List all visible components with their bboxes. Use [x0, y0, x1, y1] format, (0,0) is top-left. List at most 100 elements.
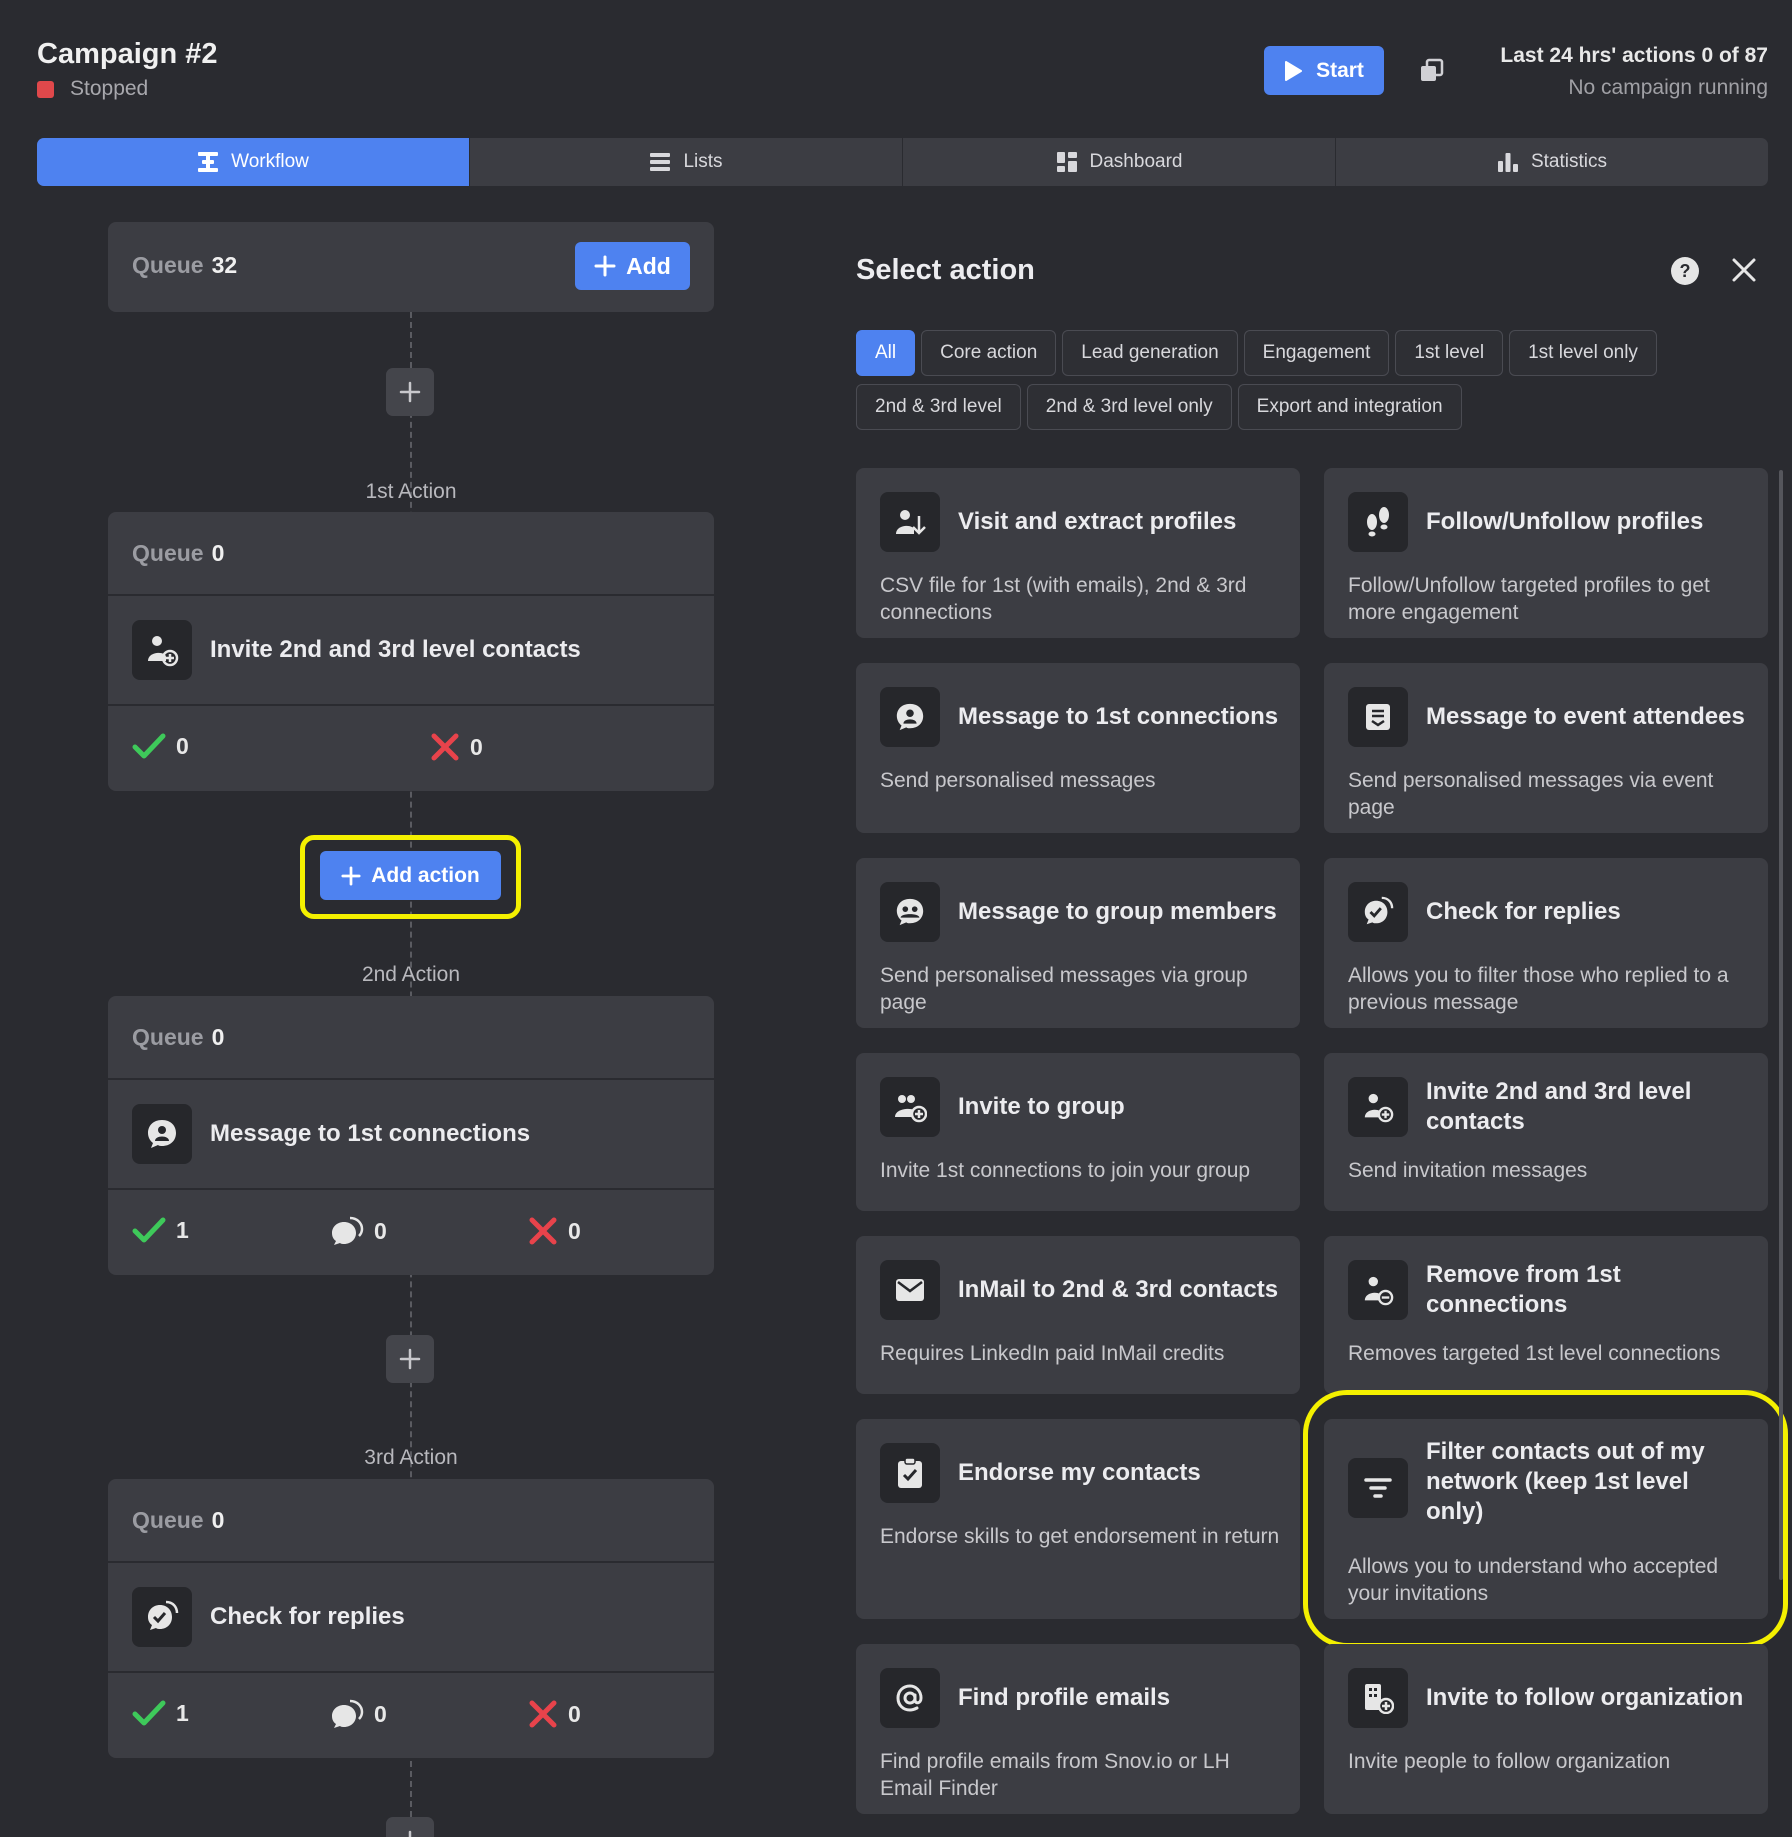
insert-action-button[interactable] [386, 368, 434, 416]
organization-add-icon [1348, 1668, 1408, 1728]
action-option-invite-2nd-3rd[interactable]: Invite 2nd and 3rd level contacts Send i… [1324, 1053, 1768, 1211]
help-icon[interactable]: ? [1670, 256, 1700, 286]
action-option-inmail[interactable]: InMail to 2nd & 3rd contacts Requires Li… [856, 1236, 1300, 1394]
insert-action-button[interactable] [386, 1335, 434, 1383]
check-icon [132, 1700, 166, 1726]
filter-chip-1st-level-only[interactable]: 1st level only [1509, 330, 1657, 376]
filter-chip-2nd-3rd-level-only[interactable]: 2nd & 3rd level only [1026, 384, 1232, 430]
footprints-icon [1348, 492, 1408, 552]
tab-label: Lists [683, 151, 723, 172]
queue-label: Queue 0 [132, 540, 225, 566]
campaign-header: Campaign #2 Stopped [37, 38, 218, 101]
action-option-invite-group[interactable]: Invite to group Invite 1st connections t… [856, 1053, 1300, 1211]
filter-chip-lead-generation[interactable]: Lead generation [1062, 330, 1238, 376]
filter-chip-engagement[interactable]: Engagement [1243, 330, 1390, 376]
action-option-message-1st[interactable]: Message to 1st connections Send personal… [856, 663, 1300, 833]
action-option-message-event[interactable]: Message to event attendees Send personal… [1324, 663, 1768, 833]
queue-count: 32 [211, 252, 238, 278]
invite-person-icon [132, 620, 192, 680]
tab-lists[interactable]: Lists [469, 138, 902, 186]
failed-stat: 0 [430, 732, 483, 762]
filter-option-highlight [1303, 1390, 1788, 1648]
queue-label: Queue 0 [132, 1507, 225, 1533]
check-icon [132, 733, 166, 759]
action-option-check-replies[interactable]: Check for replies Allows you to filter t… [1324, 858, 1768, 1028]
action-option-find-emails[interactable]: Find profile emails Find profile emails … [856, 1644, 1300, 1814]
failed-stat: 0 [528, 1699, 581, 1729]
action-step-label: 3rd Action [364, 1446, 458, 1469]
cross-icon [529, 1217, 557, 1245]
tab-label: Statistics [1530, 151, 1608, 172]
duplicate-icon[interactable] [1418, 57, 1446, 85]
action-title: Invite 2nd and 3rd level contacts [210, 636, 581, 663]
invite-group-icon [880, 1077, 940, 1137]
action-option-endorse[interactable]: Endorse my contacts Endorse skills to ge… [856, 1419, 1300, 1619]
success-stat: 1 [132, 1699, 189, 1727]
status-stopped-icon [37, 80, 54, 98]
message-person-icon [132, 1104, 192, 1164]
play-icon [1285, 60, 1303, 81]
action-option-remove-1st[interactable]: Remove from 1st connections Removes targ… [1324, 1236, 1768, 1394]
campaign-queue: Queue 32 Add [108, 222, 714, 312]
running-status: No campaign running [1568, 76, 1768, 99]
check-replies-icon [1348, 882, 1408, 942]
tab-label: Workflow [231, 151, 309, 172]
action-card-check-replies[interactable]: Queue 0 Check for replies 1 0 0 [108, 1479, 714, 1758]
action-card-message[interactable]: Queue 0 Message to 1st connections 1 0 0 [108, 996, 714, 1275]
dashboard-icon [1056, 152, 1077, 172]
check-replies-icon [132, 1587, 192, 1647]
add-people-button[interactable]: Add [575, 242, 690, 290]
tab-statistics[interactable]: Statistics [1335, 138, 1768, 186]
close-icon[interactable] [1730, 256, 1758, 284]
action-option-follow-unfollow[interactable]: Follow/Unfollow profiles Follow/Unfollow… [1324, 468, 1768, 638]
tab-dashboard[interactable]: Dashboard [902, 138, 1335, 186]
action-option-invite-org[interactable]: Invite to follow organization Invite peo… [1324, 1644, 1768, 1814]
filter-chip-2nd-3rd-level[interactable]: 2nd & 3rd level [856, 384, 1021, 430]
action-option-visit-extract[interactable]: Visit and extract profiles CSV file for … [856, 468, 1300, 638]
action-option-message-group[interactable]: Message to group members Send personalis… [856, 858, 1300, 1028]
campaign-status: Stopped [37, 77, 218, 101]
message-person-icon [880, 687, 940, 747]
main-tabs: Workflow Lists Dashboard Statistics [37, 138, 1768, 186]
at-icon [880, 1668, 940, 1728]
replies-stat: 0 [330, 1216, 387, 1246]
queue-label: Queue 32 [132, 252, 238, 278]
insert-action-button[interactable] [386, 1817, 434, 1837]
panel-scrollbar[interactable] [1779, 470, 1783, 1580]
last-24h-actions: Last 24 hrs' actions 0 of 87 No campaign… [1500, 44, 1768, 100]
plus-icon [399, 1348, 421, 1370]
plus-icon [408, 1830, 412, 1837]
queue-label: Queue 0 [132, 1024, 225, 1050]
group-message-icon [880, 882, 940, 942]
action-card-invite[interactable]: Queue 0 Invite 2nd and 3rd level contacts… [108, 512, 714, 791]
visit-extract-icon [880, 492, 940, 552]
reply-bubbles-icon [332, 1216, 364, 1245]
tab-label: Dashboard [1089, 151, 1183, 172]
tab-workflow[interactable]: Workflow [37, 138, 469, 186]
queue-count: 0 [211, 1507, 225, 1533]
status-label: Stopped [70, 77, 149, 100]
plus-icon [399, 381, 421, 403]
reply-bubbles-icon [332, 1699, 364, 1728]
action-step-label: 1st Action [365, 480, 457, 503]
panel-title: Select action [856, 254, 1035, 286]
plus-icon [594, 255, 616, 277]
replies-stat: 0 [330, 1699, 387, 1729]
failed-stat: 0 [528, 1216, 581, 1246]
event-message-icon [1348, 687, 1408, 747]
invite-person-icon [1348, 1077, 1408, 1137]
workflow-icon [198, 152, 219, 172]
start-button[interactable]: Start [1264, 46, 1384, 95]
filter-chip-core-action[interactable]: Core action [921, 330, 1057, 376]
add-action-button[interactable]: Add action [320, 851, 501, 900]
success-stat: 0 [132, 732, 189, 760]
filter-chips: All Core action Lead generation Engageme… [856, 330, 1676, 430]
cross-icon [529, 1700, 557, 1728]
cross-icon [431, 733, 459, 761]
filter-chip-1st-level[interactable]: 1st level [1395, 330, 1504, 376]
filter-chip-export-integration[interactable]: Export and integration [1237, 384, 1462, 430]
check-icon [132, 1217, 166, 1243]
svg-text:?: ? [1680, 261, 1691, 281]
clipboard-check-icon [880, 1443, 940, 1503]
filter-chip-all[interactable]: All [856, 330, 916, 376]
